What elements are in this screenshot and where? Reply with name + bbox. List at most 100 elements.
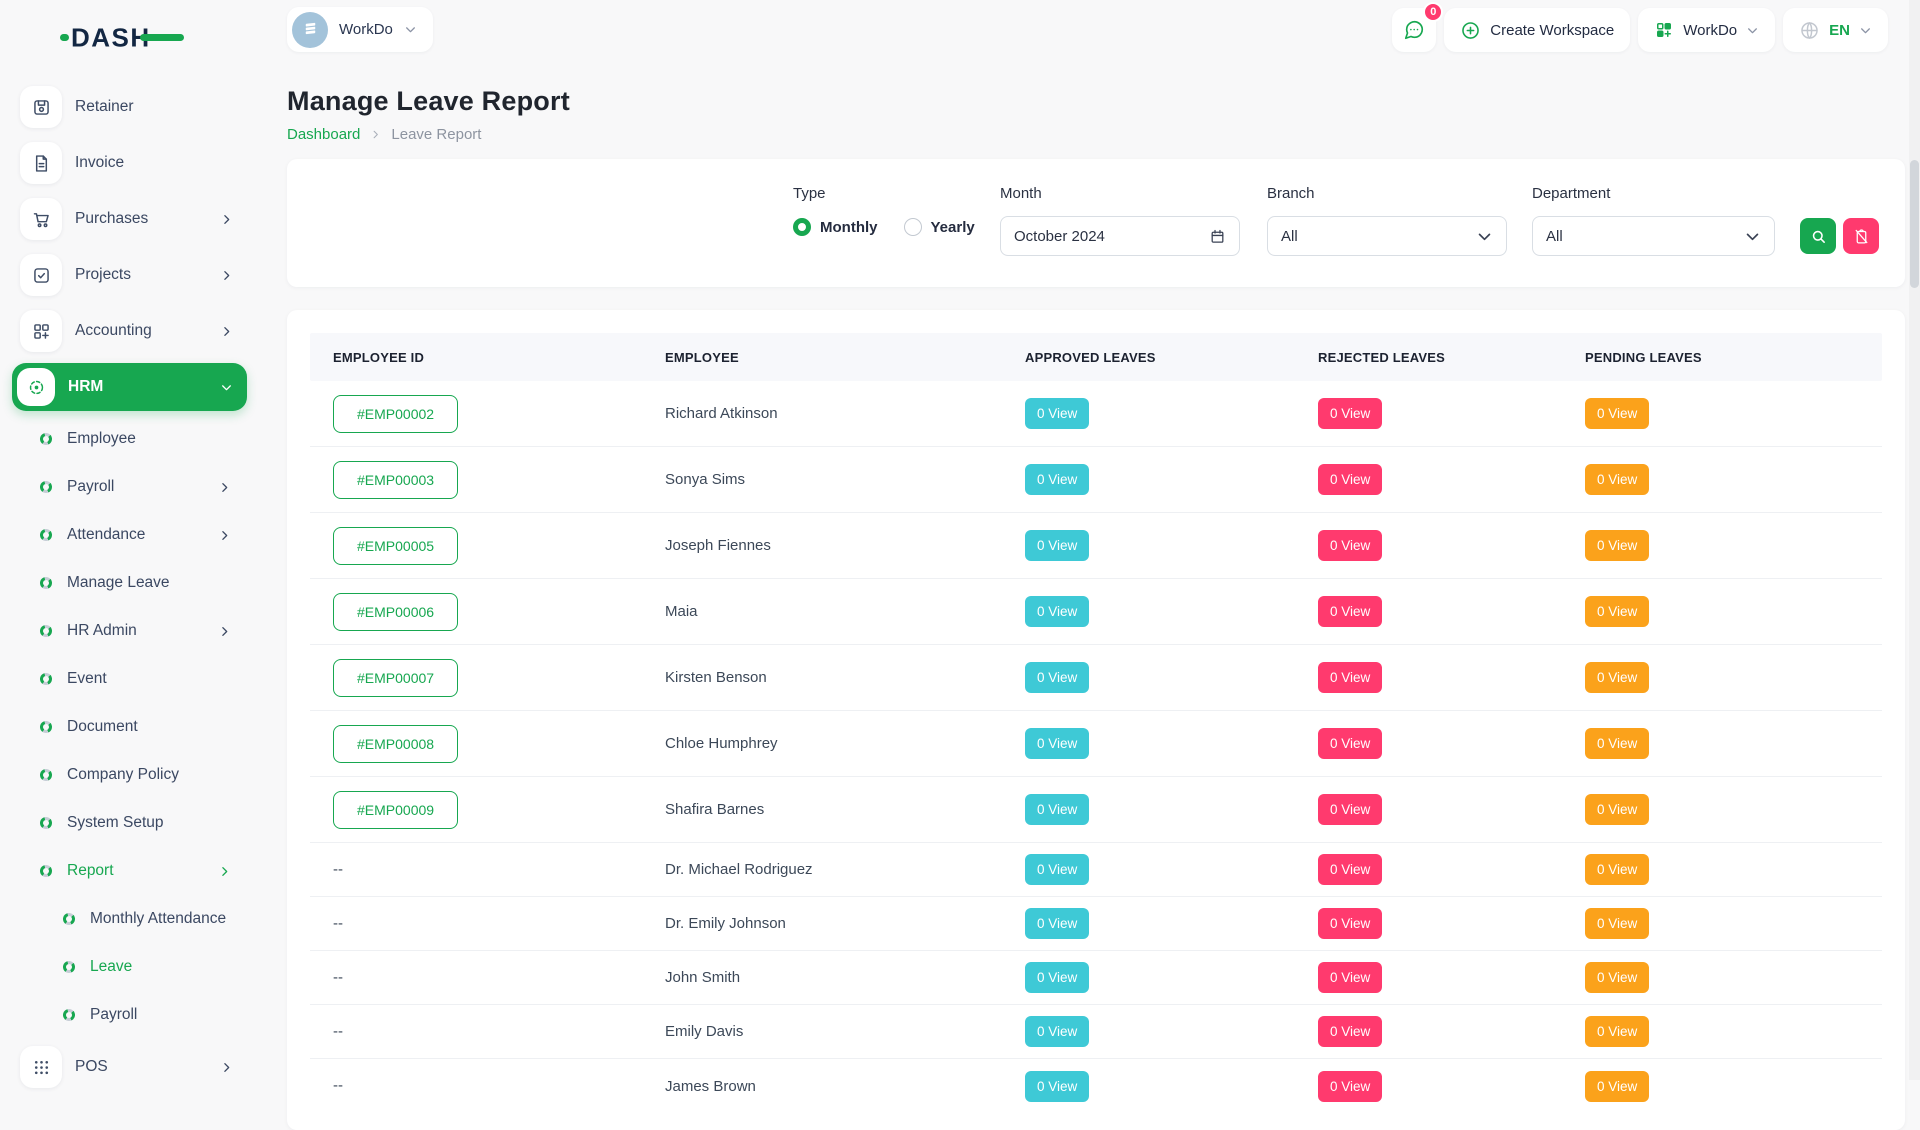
- radio-yearly[interactable]: Yearly: [904, 218, 975, 236]
- workspace-switcher[interactable]: WorkDo: [287, 7, 433, 52]
- department-select[interactable]: All: [1532, 216, 1775, 256]
- approved-leaves-view-button[interactable]: 0 View: [1025, 596, 1089, 627]
- sidebar-item-manage-leave[interactable]: Manage Leave: [12, 559, 247, 607]
- approved-leaves-view-button[interactable]: 0 View: [1025, 398, 1089, 429]
- chevron-down-icon: [1476, 228, 1493, 245]
- sidebar-item-attendance[interactable]: Attendance: [12, 511, 247, 559]
- rejected-leaves-view-button[interactable]: 0 View: [1318, 854, 1382, 885]
- approved-leaves-view-button[interactable]: 0 View: [1025, 464, 1089, 495]
- app-menu-label: WorkDo: [1683, 22, 1737, 39]
- sidebar-item-monthly-attendance[interactable]: Monthly Attendance: [12, 895, 247, 943]
- rejected-leaves-view-button[interactable]: 0 View: [1318, 908, 1382, 939]
- chevron-down-icon: [404, 23, 417, 36]
- sidebar-item-hrm[interactable]: HRM: [12, 363, 247, 411]
- employee-name: James Brown: [642, 1078, 1002, 1095]
- sidebar-item-hr-admin[interactable]: HR Admin: [12, 607, 247, 655]
- sidebar-item-company-policy[interactable]: Company Policy: [12, 751, 247, 799]
- approved-leaves-view-button[interactable]: 0 View: [1025, 662, 1089, 693]
- sidebar-item-purchases[interactable]: Purchases: [12, 191, 247, 247]
- employee-id-empty: --: [333, 1023, 343, 1040]
- sidebar-item-pos[interactable]: POS: [12, 1039, 247, 1095]
- table-row: --Emily Davis0 View0 View0 View: [310, 1005, 1882, 1059]
- pending-leaves-view-button[interactable]: 0 View: [1585, 1071, 1649, 1102]
- pending-leaves-view-button[interactable]: 0 View: [1585, 530, 1649, 561]
- approved-leaves-view-button[interactable]: 0 View: [1025, 908, 1089, 939]
- rejected-leaves-view-button[interactable]: 0 View: [1318, 962, 1382, 993]
- chevron-right-icon: [220, 325, 233, 338]
- messages-button[interactable]: 0: [1392, 8, 1436, 52]
- scrollbar[interactable]: [1909, 0, 1920, 1080]
- scrollbar-thumb[interactable]: [1910, 160, 1919, 288]
- rejected-leaves-view-button[interactable]: 0 View: [1318, 1071, 1382, 1102]
- pending-leaves-view-button[interactable]: 0 View: [1585, 464, 1649, 495]
- chevron-right-icon: [220, 213, 233, 226]
- sidebar-item-report[interactable]: Report: [12, 847, 247, 895]
- sidebar-item-label: POS: [75, 1058, 207, 1076]
- dash-logo[interactable]: DASH: [60, 20, 188, 54]
- employee-id-button[interactable]: #EMP00007: [333, 659, 458, 697]
- sidebar-item-accounting[interactable]: Accounting: [12, 303, 247, 359]
- rejected-leaves-view-button[interactable]: 0 View: [1318, 728, 1382, 759]
- pending-leaves-view-button[interactable]: 0 View: [1585, 962, 1649, 993]
- pending-leaves-view-button[interactable]: 0 View: [1585, 854, 1649, 885]
- approved-leaves-view-button[interactable]: 0 View: [1025, 1071, 1089, 1102]
- approved-leaves-view-button[interactable]: 0 View: [1025, 530, 1089, 561]
- approved-leaves-view-button[interactable]: 0 View: [1025, 854, 1089, 885]
- employee-id-button[interactable]: #EMP00005: [333, 527, 458, 565]
- sidebar-item-invoice[interactable]: Invoice: [12, 135, 247, 191]
- search-button[interactable]: [1800, 218, 1836, 254]
- pending-leaves-view-button[interactable]: 0 View: [1585, 728, 1649, 759]
- branch-filter: Branch All: [1267, 185, 1507, 256]
- pending-leaves-view-button[interactable]: 0 View: [1585, 596, 1649, 627]
- employee-name: Richard Atkinson: [642, 405, 1002, 422]
- employee-name: Sonya Sims: [642, 471, 1002, 488]
- sidebar-item-leave[interactable]: Leave: [12, 943, 247, 991]
- branch-select[interactable]: All: [1267, 216, 1507, 256]
- rejected-leaves-view-button[interactable]: 0 View: [1318, 1016, 1382, 1047]
- sidebar-item-event[interactable]: Event: [12, 655, 247, 703]
- month-input[interactable]: October 2024: [1000, 216, 1240, 256]
- rejected-leaves-view-button[interactable]: 0 View: [1318, 464, 1382, 495]
- leave-report-table: EMPLOYEE IDEMPLOYEEAPPROVED LEAVESREJECT…: [287, 310, 1905, 1130]
- create-workspace-button[interactable]: Create Workspace: [1444, 8, 1630, 52]
- sidebar-item-document[interactable]: Document: [12, 703, 247, 751]
- pending-leaves-view-button[interactable]: 0 View: [1585, 1016, 1649, 1047]
- sidebar-item-employee[interactable]: Employee: [12, 415, 247, 463]
- rejected-leaves-view-button[interactable]: 0 View: [1318, 398, 1382, 429]
- rejected-leaves-view-button[interactable]: 0 View: [1318, 662, 1382, 693]
- grid-icon: [1654, 20, 1674, 40]
- table-row: #EMP00007Kirsten Benson0 View0 View0 Vie…: [310, 645, 1882, 711]
- rejected-leaves-view-button[interactable]: 0 View: [1318, 596, 1382, 627]
- employee-id-button[interactable]: #EMP00008: [333, 725, 458, 763]
- employee-name: Maia: [642, 603, 1002, 620]
- rejected-leaves-view-button[interactable]: 0 View: [1318, 794, 1382, 825]
- employee-id-button[interactable]: #EMP00006: [333, 593, 458, 631]
- sidebar-item-payroll[interactable]: Payroll: [12, 463, 247, 511]
- approved-leaves-view-button[interactable]: 0 View: [1025, 728, 1089, 759]
- pending-leaves-view-button[interactable]: 0 View: [1585, 908, 1649, 939]
- sidebar-item-projects[interactable]: Projects: [12, 247, 247, 303]
- app-menu-button[interactable]: WorkDo: [1638, 8, 1775, 52]
- reset-button[interactable]: [1843, 218, 1879, 254]
- radio-monthly[interactable]: Monthly: [793, 218, 878, 236]
- sidebar-item-label: Payroll: [67, 478, 203, 496]
- sidebar-item-retainer[interactable]: Retainer: [12, 79, 247, 135]
- approved-leaves-view-button[interactable]: 0 View: [1025, 1016, 1089, 1047]
- pending-leaves-view-button[interactable]: 0 View: [1585, 794, 1649, 825]
- pending-leaves-view-button[interactable]: 0 View: [1585, 662, 1649, 693]
- sidebar-item-payroll[interactable]: Payroll: [12, 991, 247, 1039]
- table-row: --Dr. Michael Rodriguez0 View0 View0 Vie…: [310, 843, 1882, 897]
- breadcrumb-dashboard-link[interactable]: Dashboard: [287, 126, 360, 143]
- employee-id-button[interactable]: #EMP00003: [333, 461, 458, 499]
- sidebar-item-system-setup[interactable]: System Setup: [12, 799, 247, 847]
- pending-leaves-view-button[interactable]: 0 View: [1585, 398, 1649, 429]
- svg-text:DASH: DASH: [71, 23, 151, 53]
- employee-id-button[interactable]: #EMP00009: [333, 791, 458, 829]
- approved-leaves-view-button[interactable]: 0 View: [1025, 962, 1089, 993]
- bullet-icon: [40, 481, 52, 493]
- employee-id-button[interactable]: #EMP00002: [333, 395, 458, 433]
- language-selector[interactable]: EN: [1783, 8, 1888, 52]
- approved-leaves-view-button[interactable]: 0 View: [1025, 794, 1089, 825]
- table-row: #EMP00003 Sonya Sims 0 View 0 View 0 View: [310, 447, 1882, 513]
- rejected-leaves-view-button[interactable]: 0 View: [1318, 530, 1382, 561]
